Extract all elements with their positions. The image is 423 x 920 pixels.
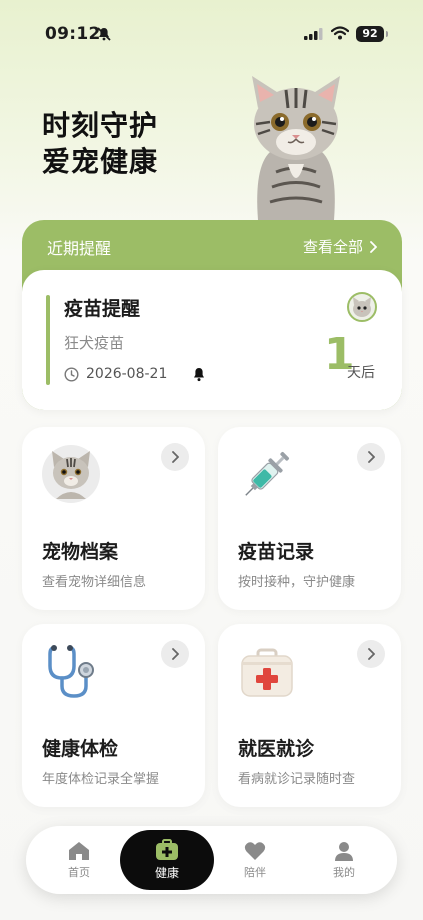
- feature-desc: 看病就诊记录随时查: [238, 772, 356, 787]
- pet-profile-card[interactable]: 宠物档案 查看宠物详细信息: [22, 427, 205, 610]
- days-unit: 天后: [347, 365, 375, 381]
- vaccine-record-arrow-button[interactable]: [357, 443, 385, 471]
- tab-health-label: 健康: [154, 866, 179, 880]
- medical-case-icon: [156, 839, 178, 860]
- feature-title: 宠物档案: [42, 541, 119, 563]
- feature-title: 疫苗记录: [238, 541, 315, 563]
- medical-visit-card[interactable]: 就医就诊 看病就诊记录随时查: [218, 624, 401, 807]
- home-icon: [69, 841, 89, 860]
- view-all-label: 查看全部: [302, 238, 363, 256]
- vaccine-record-card[interactable]: 疫苗记录 按时接种，守护健康: [218, 427, 401, 610]
- stethoscope-icon: [48, 645, 94, 698]
- status-bar: 09:12 92: [0, 0, 423, 60]
- user-icon: [335, 841, 353, 861]
- cat-avatar-icon: [353, 297, 371, 317]
- chevron-right-icon: [370, 240, 377, 253]
- feature-desc: 按时接种，守护健康: [238, 575, 356, 590]
- health-checkup-card[interactable]: 健康体检 年度体检记录全掌握: [22, 624, 205, 807]
- vaccine-reminder-card[interactable]: 疫苗提醒 狂犬疫苗 2026-08-21 1 天后: [22, 270, 402, 410]
- clock-icon: [64, 367, 79, 382]
- hero-title: 时刻守护 爱宠健康: [42, 108, 158, 180]
- chevron-right-icon: [172, 451, 179, 463]
- reminder-title: 疫苗提醒: [64, 298, 141, 320]
- heart-icon: [244, 841, 266, 860]
- first-aid-kit-icon: [241, 648, 293, 697]
- bottom-tab-bar: 首页 健康 陪伴 我的: [26, 826, 397, 894]
- feature-title: 就医就诊: [238, 738, 315, 760]
- tab-profile-label: 我的: [333, 865, 355, 879]
- feature-desc: 查看宠物详细信息: [42, 575, 147, 590]
- bell-mute-icon: [97, 27, 111, 41]
- bell-icon: [194, 368, 204, 382]
- chevron-right-icon: [368, 648, 375, 660]
- tab-companion[interactable]: 陪伴: [220, 826, 290, 894]
- battery-indicator: 92: [356, 26, 388, 42]
- cat-avatar-icon: [42, 445, 100, 503]
- chevron-right-icon: [172, 648, 179, 660]
- feature-title: 健康体检: [42, 738, 119, 760]
- tab-health[interactable]: 健康: [120, 830, 214, 890]
- tab-companion-label: 陪伴: [244, 865, 266, 879]
- signal-icon: [304, 28, 323, 40]
- tab-home[interactable]: 首页: [44, 826, 114, 894]
- hero-title-line1: 时刻守护: [42, 109, 159, 142]
- tab-home-label: 首页: [68, 865, 90, 879]
- pet-avatar: [347, 292, 377, 322]
- view-all-link[interactable]: 查看全部: [303, 236, 377, 257]
- tab-profile[interactable]: 我的: [309, 826, 379, 894]
- accent-bar: [46, 295, 50, 385]
- status-time: 09:12: [45, 24, 101, 44]
- wifi-icon: [331, 26, 349, 40]
- reminder-date: 2026-08-21: [86, 366, 168, 382]
- feature-desc: 年度体检记录全掌握: [42, 772, 160, 787]
- chevron-right-icon: [368, 451, 375, 463]
- pet-profile-arrow-button[interactable]: [161, 443, 189, 471]
- hero-title-line2: 爱宠健康: [42, 145, 159, 178]
- medical-visit-arrow-button[interactable]: [357, 640, 385, 668]
- health-checkup-arrow-button[interactable]: [161, 640, 189, 668]
- reminders-title: 近期提醒: [47, 239, 112, 258]
- syringe-icon: [245, 451, 290, 496]
- cat-illustration-icon: [252, 76, 340, 220]
- reminder-subtitle: 狂犬疫苗: [64, 334, 125, 352]
